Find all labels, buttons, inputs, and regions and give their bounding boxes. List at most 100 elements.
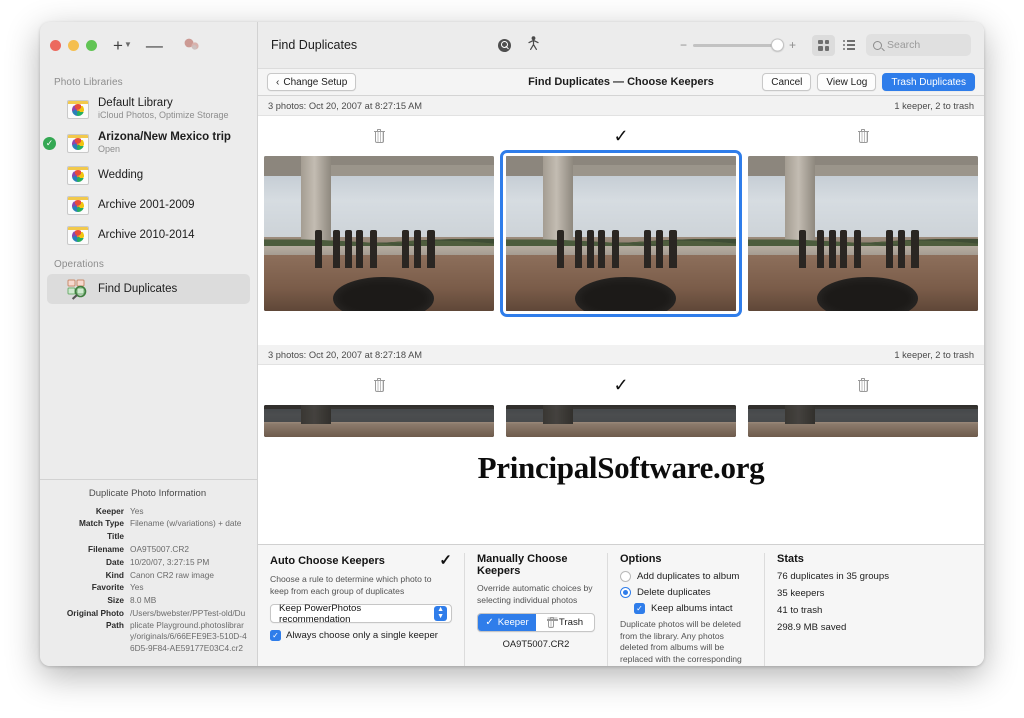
auto-active-check-icon: ✓: [439, 552, 452, 569]
photo-mark-trash[interactable]: [258, 128, 500, 143]
photo-thumbnail[interactable]: [748, 405, 978, 437]
checkbox-icon[interactable]: ✓: [270, 630, 281, 642]
photo-cell[interactable]: [742, 156, 984, 311]
cancel-button[interactable]: Cancel: [762, 73, 812, 91]
list-view-icon[interactable]: [837, 35, 860, 56]
duplicates-content[interactable]: 3 photos: Oct 20, 2007 at 8:27:15 AM 1 k…: [258, 96, 984, 544]
change-setup-button[interactable]: ‹ Change Setup: [267, 73, 357, 91]
photo-cell[interactable]: [500, 150, 742, 317]
check-icon: ✓: [485, 617, 494, 629]
view-log-button[interactable]: View Log: [817, 73, 877, 91]
option-keep-albums-intact[interactable]: ✓ Keep albums intact: [634, 603, 752, 614]
close-button[interactable]: [50, 39, 61, 51]
stats-title: Stats: [777, 553, 804, 565]
photo-cell[interactable]: [258, 156, 500, 311]
sidebar-section-operations: Operations: [54, 259, 104, 271]
main-toolbar: Find Duplicates − + Search: [258, 22, 984, 68]
info-row: Date 10/20/07, 3:27:15 PM: [48, 557, 247, 569]
watermark-text: PrincipalSoftware.org: [477, 450, 765, 485]
photo-thumbnail-selected[interactable]: [500, 150, 742, 317]
slider-knob[interactable]: [770, 38, 784, 52]
photo-row: [258, 150, 984, 317]
single-keeper-checkbox-row[interactable]: ✓ Always choose only a single keeper: [270, 630, 452, 642]
photo-mark-trash[interactable]: [742, 377, 984, 392]
info-value: /Users/bwebster/PPTest-old/Duplicate Pla…: [130, 607, 247, 654]
toolbar-right: − + Search: [680, 34, 971, 56]
library-name: Archive 2001-2009: [98, 198, 195, 211]
photo-cell[interactable]: [258, 405, 500, 437]
keeper-check-icon: ✓: [613, 126, 629, 146]
zoom-button[interactable]: [86, 39, 97, 51]
radio-icon-selected[interactable]: [620, 587, 631, 598]
trash-icon: [373, 377, 385, 392]
option-label: Keep albums intact: [651, 603, 733, 614]
library-subtitle: Open: [98, 144, 121, 155]
auto-choose-keepers-section: Auto Choose Keepers ✓ Choose a rule to d…: [258, 553, 464, 666]
option-label: Delete duplicates: [637, 587, 711, 598]
photo-cell[interactable]: [500, 405, 742, 437]
segment-trash[interactable]: Trash: [536, 614, 594, 631]
add-library-button[interactable]: + ▼: [113, 35, 132, 55]
search-placeholder: Search: [887, 39, 921, 51]
people-pill-icon[interactable]: [182, 38, 200, 52]
app-window: + ▼ — Photo Libraries Default Library iC…: [40, 22, 984, 666]
info-value: Yes: [130, 505, 144, 516]
sidebar-item-find-duplicates[interactable]: Find Duplicates: [47, 274, 250, 305]
info-heading: Duplicate Photo Information: [88, 487, 207, 499]
group-header-left: 3 photos: Oct 20, 2007 at 8:27:15 AM: [268, 100, 423, 111]
auto-choose-keepers-title: Auto Choose Keepers: [270, 554, 385, 567]
trash-duplicates-button[interactable]: Trash Duplicates: [882, 73, 975, 91]
photo-thumbnail[interactable]: [264, 156, 494, 311]
info-key: Match Type: [78, 518, 124, 529]
sidebar-item-archive-2001-2009[interactable]: Archive 2001-2009: [47, 190, 250, 220]
search-input[interactable]: Search: [866, 34, 971, 56]
option-label: Add duplicates to album: [637, 571, 740, 582]
info-row: Filename OA9T5007.CR2: [48, 544, 247, 556]
find-duplicates-icon[interactable]: [498, 38, 512, 52]
thumbnail-size-slider[interactable]: − +: [680, 38, 796, 52]
window-traffic-lights: [50, 39, 97, 51]
photo-mark-keeper[interactable]: ✓: [500, 376, 742, 394]
remove-library-button[interactable]: —: [146, 35, 163, 55]
zoom-in-icon[interactable]: +: [789, 39, 796, 51]
duplicate-photo-information-pane: Duplicate Photo Information Keeper Yes Ma…: [40, 478, 257, 666]
checkbox-icon[interactable]: ✓: [634, 603, 645, 614]
library-subtitle: iCloud Photos, Optimize Storage: [98, 110, 229, 121]
plus-icon: +: [113, 35, 123, 55]
photo-thumbnail[interactable]: [506, 405, 736, 437]
zoom-out-icon[interactable]: −: [680, 39, 687, 51]
info-value: 8.0 MB: [130, 595, 157, 606]
people-icon[interactable]: [528, 35, 539, 55]
option-add-duplicates-to-album[interactable]: Add duplicates to album: [620, 571, 752, 582]
slider-track[interactable]: [692, 38, 784, 52]
photo-thumbnail[interactable]: [748, 156, 978, 311]
find-duplicates-icon: [66, 279, 90, 300]
sidebar-item-archive-2010-2014[interactable]: Archive 2010-2014: [47, 220, 250, 250]
minimize-button[interactable]: [68, 39, 79, 51]
chevron-updown-icon: ▲ ▼: [434, 606, 447, 622]
group-mark-row: ✓: [258, 116, 984, 156]
radio-icon[interactable]: [620, 571, 631, 582]
info-row: Size 8.0 MB: [48, 595, 247, 607]
sidebar-item-default-library[interactable]: Default Library iCloud Photos, Optimize …: [47, 92, 250, 126]
sidebar: + ▼ — Photo Libraries Default Library iC…: [40, 22, 258, 666]
info-row: Original Photo Path/Users/bwebster/PPTes…: [48, 608, 247, 655]
photo-mark-trash[interactable]: [742, 128, 984, 143]
photo-mark-keeper[interactable]: ✓: [500, 127, 742, 145]
sidebar-item-wedding[interactable]: Wedding: [47, 160, 250, 190]
section-heading: Auto Choose Keepers ✓: [270, 553, 452, 568]
segment-keeper[interactable]: ✓ Keeper: [478, 614, 536, 632]
photo-mark-trash[interactable]: [258, 377, 500, 392]
photo-cell[interactable]: [742, 405, 984, 437]
photo-thumbnail[interactable]: [264, 405, 494, 437]
options-section: Options Add duplicates to album Delete d…: [607, 553, 764, 666]
info-row: Match Type Filename (w/variations) + date: [48, 518, 247, 530]
toolbar-center-icons: [357, 35, 680, 55]
sidebar-item-arizona-new-mexico-trip[interactable]: ✓ Arizona/New Mexico trip Open: [43, 126, 250, 160]
info-value: [130, 531, 247, 543]
option-delete-duplicates[interactable]: Delete duplicates: [620, 587, 752, 598]
grid-view-icon[interactable]: [812, 34, 835, 56]
subbar-actions: Cancel View Log Trash Duplicates: [762, 73, 975, 91]
keeper-trash-segmented-control[interactable]: ✓ Keeper Trash: [477, 613, 595, 633]
keeper-rule-select[interactable]: Keep PowerPhotos recommendation ▲ ▼: [270, 603, 452, 625]
